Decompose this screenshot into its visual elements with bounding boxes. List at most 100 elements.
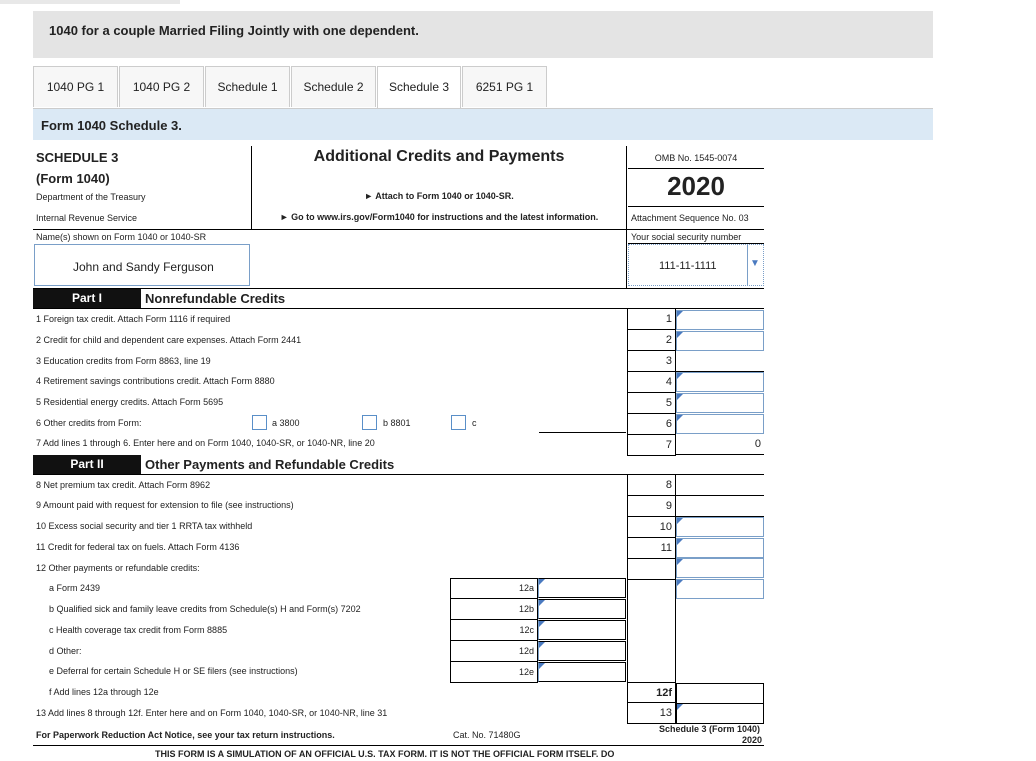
part1-title: Nonrefundable Credits [145, 291, 286, 306]
tab-1040-pg2[interactable]: 1040 PG 2 [119, 66, 204, 107]
goto-note: ► Go to www.irs.gov/Form1040 for instruc… [279, 212, 599, 222]
subline-num-12a: 12a [450, 578, 538, 599]
checkbox-8801[interactable] [362, 415, 377, 430]
checkbox-3800[interactable] [252, 415, 267, 430]
line-12d-input[interactable] [538, 641, 626, 661]
line-num-7: 7 [627, 435, 676, 456]
subline-spacer-cell [627, 580, 676, 684]
line-12e-label: e Deferral for certain Schedule H or SE … [49, 666, 298, 676]
line-13-label: 13 Add lines 8 through 12f. Enter here a… [36, 708, 388, 718]
field-flag-icon [677, 394, 683, 400]
field-flag-icon [539, 642, 545, 648]
line-num-11: 11 [627, 538, 676, 559]
field-flag-icon [677, 373, 683, 379]
tab-schedule-3[interactable]: Schedule 3 [377, 66, 461, 109]
line-10-label: 10 Excess social security and tier 1 RRT… [36, 521, 253, 531]
checkbox-c[interactable] [451, 415, 466, 430]
line-11-label: 11 Credit for federal tax on fuels. Atta… [36, 542, 240, 552]
name-field[interactable]: John and Sandy Ferguson [34, 244, 250, 286]
line-2-label: 2 Credit for child and dependent care ex… [36, 335, 302, 345]
line-10-input[interactable] [676, 517, 764, 537]
other-form-line [539, 432, 626, 433]
line-5-input[interactable] [676, 393, 764, 413]
cat-number: Cat. No. 71480G [453, 730, 521, 740]
line-3-label: 3 Education credits from Form 8863, line… [36, 356, 211, 366]
line-12b-input[interactable] [538, 599, 626, 619]
line-12-input[interactable] [676, 558, 764, 578]
year-rule [628, 206, 764, 207]
name-bottom-rule [33, 288, 764, 289]
scenario-banner: 1040 for a couple Married Filing Jointly… [33, 11, 933, 58]
line-9-label: 9 Amount paid with request for extension… [36, 500, 294, 510]
subline-num-12e: 12e [450, 662, 538, 683]
irs-label: Internal Revenue Service [36, 213, 138, 223]
attach-note: ► Attach to Form 1040 or 1040-SR. [364, 191, 514, 201]
field-flag-icon [539, 600, 545, 606]
field-flag-icon [539, 579, 545, 585]
checkbox-8801-label: b 8801 [383, 418, 411, 428]
line-12d-label: d Other: [49, 646, 82, 656]
line-num-10: 10 [627, 517, 676, 538]
ssn-value: 111-11-1111 [659, 260, 717, 272]
banner-text: 1040 for a couple Married Filing Jointly… [49, 23, 419, 38]
paperwork-notice: For Paperwork Reduction Act Notice, see … [36, 730, 335, 740]
field-flag-icon [677, 580, 683, 586]
line-num-8: 8 [627, 475, 676, 496]
dept-label: Department of the Treasury [36, 192, 146, 202]
line-num-13: 13 [627, 703, 676, 724]
part2-tag: Part II [33, 455, 141, 474]
line-12f-value [676, 683, 764, 704]
line-12-input-secondary[interactable] [676, 579, 764, 599]
part1-tag: Part I [33, 289, 141, 308]
form-ref: (Form 1040) [36, 171, 110, 186]
line-4-input[interactable] [676, 372, 764, 392]
schedule-label: SCHEDULE 3 [36, 150, 119, 165]
line-2-input[interactable] [676, 331, 764, 351]
line-num-4: 4 [627, 372, 676, 393]
line-num-1: 1 [627, 309, 676, 330]
line-12b-label: b Qualified sick and family leave credit… [49, 604, 361, 614]
field-flag-icon [677, 518, 683, 524]
tab-6251-pg1[interactable]: 6251 PG 1 [462, 66, 547, 107]
line-5-label: 5 Residential energy credits. Attach For… [36, 397, 224, 407]
line-1-input[interactable] [676, 310, 764, 330]
line-12f-label: f Add lines 12a through 12e [49, 687, 159, 697]
field-flag-icon [677, 559, 683, 565]
header-divider-right [626, 146, 627, 289]
line-num-9: 9 [627, 496, 676, 517]
line-num-5: 5 [627, 393, 676, 414]
line-6-input[interactable] [676, 414, 764, 434]
line-12-label: 12 Other payments or refundable credits: [36, 563, 200, 573]
ssn-field[interactable]: 111-11-1111 ▼ [628, 244, 764, 286]
checkbox-c-label: c [472, 418, 477, 428]
line-12a-input[interactable] [538, 578, 626, 598]
line-12c-label: c Health coverage tax credit from Form 8… [49, 625, 228, 635]
part2-title: Other Payments and Refundable Credits [145, 457, 395, 472]
checkbox-3800-label: a 3800 [272, 418, 300, 428]
line-1-label: 1 Foreign tax credit. Attach Form 1116 i… [36, 314, 231, 324]
line-6-label: 6 Other credits from Form: [36, 418, 142, 428]
field-flag-icon [677, 704, 683, 710]
line-num-6: 6 [627, 414, 676, 435]
ssn-label: Your social security number [631, 232, 742, 242]
line-num-3: 3 [627, 351, 676, 372]
line-8-label: 8 Net premium tax credit. Attach Form 89… [36, 480, 211, 490]
line-12c-input[interactable] [538, 620, 626, 640]
form-title: Additional Credits and Payments [313, 148, 565, 165]
footer-form-year: 2020 [741, 735, 762, 745]
tab-schedule-2[interactable]: Schedule 2 [291, 66, 376, 107]
tab-1040-pg1[interactable]: 1040 PG 1 [33, 66, 118, 107]
attachment-seq: Attachment Sequence No. 03 [631, 213, 749, 223]
line-12e-input[interactable] [538, 662, 626, 682]
name-value: John and Sandy Ferguson [73, 260, 214, 274]
field-flag-icon [677, 415, 683, 421]
line-8-value [676, 475, 764, 496]
field-flag-icon [539, 621, 545, 627]
line-4-label: 4 Retirement savings contributions credi… [36, 376, 275, 386]
header-bottom-rule [33, 229, 764, 230]
chevron-down-icon[interactable]: ▼ [750, 258, 760, 269]
field-flag-icon [677, 332, 683, 338]
line-7-label: 7 Add lines 1 through 6. Enter here and … [36, 438, 375, 448]
line-11-input[interactable] [676, 538, 764, 558]
tab-schedule-1[interactable]: Schedule 1 [205, 66, 290, 107]
